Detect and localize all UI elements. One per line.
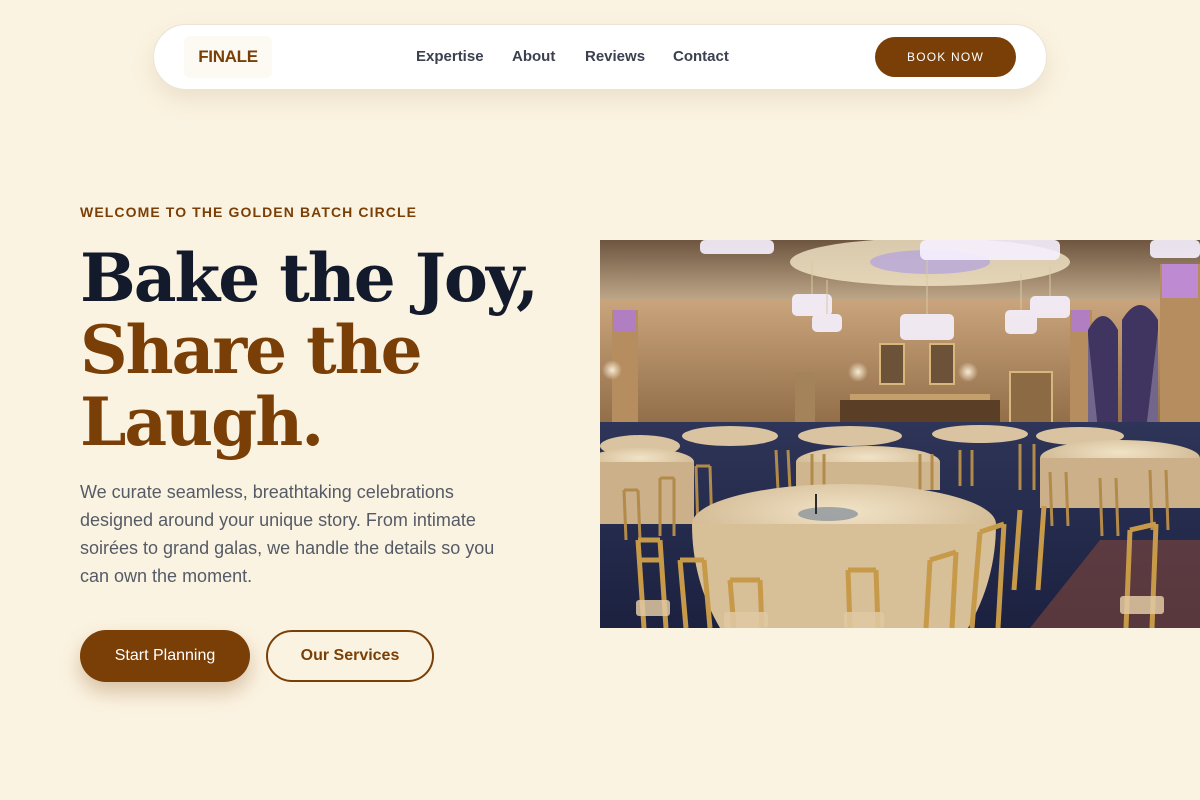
nav-link-expertise[interactable]: Expertise: [416, 48, 484, 66]
start-planning-button[interactable]: Start Planning: [80, 630, 250, 682]
nav-link-about[interactable]: About: [512, 48, 555, 66]
banquet-hall-illustration: [600, 240, 1200, 628]
book-now-button[interactable]: BOOK NOW: [875, 37, 1016, 77]
headline-line-2: Share the: [80, 311, 423, 389]
hero-description: We curate seamless, breathtaking celebra…: [80, 482, 495, 586]
hero-eyebrow: WELCOME TO THE GOLDEN BATCH CIRCLE: [80, 204, 418, 220]
banquet-hall-photo: [600, 240, 1200, 628]
nav-link-contact[interactable]: Contact: [673, 48, 729, 66]
headline-line-3: Laugh.: [80, 383, 324, 461]
top-navbar: FINALE Expertise About Reviews Contact B…: [153, 24, 1047, 90]
headline-line-1: Bake the Joy,: [80, 239, 539, 317]
nav-link-reviews[interactable]: Reviews: [585, 48, 645, 66]
brand-logo[interactable]: FINALE: [184, 36, 272, 78]
our-services-button[interactable]: Our Services: [266, 630, 434, 682]
hero-headline: Bake the Joy, Share the Laugh.: [80, 242, 560, 458]
